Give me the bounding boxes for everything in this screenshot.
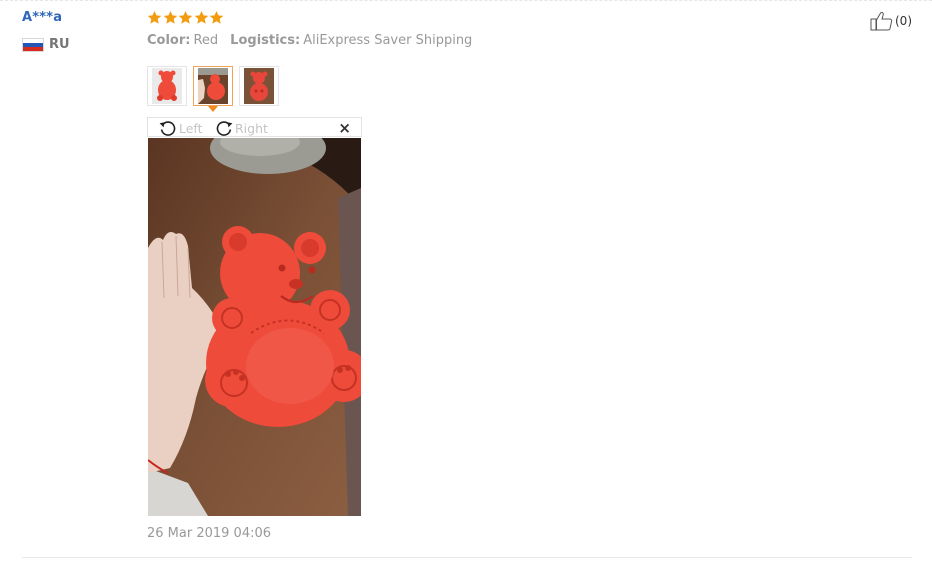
- review-photo-thumbnails: [147, 66, 285, 112]
- rotate-right-label: Right: [235, 120, 268, 136]
- review-divider: [22, 557, 912, 558]
- review-date: 26 Mar 2019 04:06: [147, 526, 272, 541]
- star-icon: [163, 10, 178, 25]
- active-thumb-indicator: [208, 106, 218, 112]
- order-attributes: Color: Red Logistics: AliExpress Saver Ship…: [147, 33, 472, 48]
- color-attr-label: Color:: [147, 33, 191, 48]
- close-icon[interactable]: ×: [338, 119, 351, 137]
- photo-viewer-toolbar: Left Right ×: [147, 117, 362, 137]
- photo-thumbnail-3[interactable]: [239, 66, 279, 106]
- top-divider: [0, 0, 932, 1]
- russia-flag-icon: [22, 37, 44, 52]
- rotate-right-button[interactable]: Right: [214, 118, 268, 138]
- reviewer-country: RU: [22, 37, 70, 52]
- thumbs-up-icon[interactable]: [870, 11, 893, 31]
- rotate-left-label: Left: [179, 120, 203, 136]
- logistics-attr-label: Logistics:: [230, 33, 301, 48]
- rotate-right-icon[interactable]: [214, 118, 234, 138]
- rotate-left-icon[interactable]: [158, 118, 178, 138]
- rating-stars: [147, 10, 225, 25]
- helpful-count: (0): [895, 14, 912, 28]
- photo-thumbnail-1[interactable]: [147, 66, 187, 106]
- rotate-left-button[interactable]: Left: [158, 118, 203, 138]
- reviewer-name[interactable]: A***a: [22, 10, 62, 25]
- helpful-button[interactable]: (0): [870, 11, 912, 31]
- star-icon: [209, 10, 224, 25]
- photo-thumbnail-2[interactable]: [193, 66, 233, 112]
- country-code: RU: [49, 37, 70, 52]
- star-icon: [147, 10, 162, 25]
- star-icon: [194, 10, 209, 25]
- color-attr-value: Red: [193, 33, 219, 48]
- logistics-attr-value: AliExpress Saver Shipping: [303, 33, 473, 48]
- review-photo-enlarged: [148, 138, 361, 516]
- star-icon: [178, 10, 193, 25]
